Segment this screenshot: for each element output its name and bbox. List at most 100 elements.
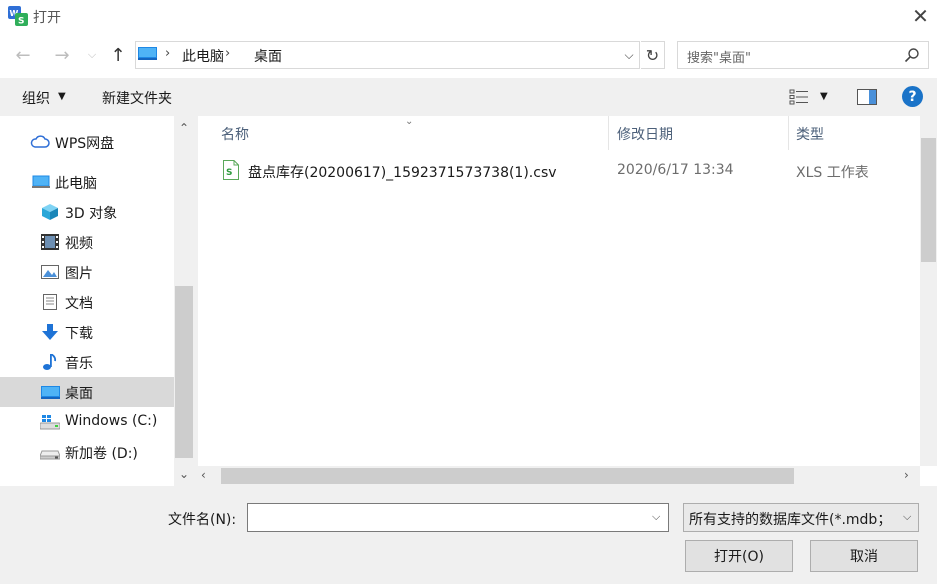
drive-icon	[40, 450, 60, 460]
file-list-vertical-scrollbar[interactable]	[920, 116, 937, 466]
refresh-button[interactable]: ↻	[641, 41, 665, 69]
open-button[interactable]: 打开(O)	[685, 540, 793, 572]
sidebar-item-label: 新加卷 (D:)	[65, 446, 138, 462]
column-header-type[interactable]: 类型	[796, 124, 824, 144]
filetype-selected: 所有支持的数据库文件(*.mdb；	[689, 512, 889, 528]
organize-button[interactable]: 组织	[22, 88, 50, 108]
table-row[interactable]: S 盘点库存(20200617)_1592371573738(1).csv 20…	[198, 154, 920, 188]
arrow-up-icon: ↑	[110, 44, 126, 66]
up-button[interactable]: ↑	[106, 40, 130, 70]
column-divider[interactable]	[608, 116, 609, 150]
file-list: ⌄ 名称 修改日期 类型 S 盘点库存(20200617)_1592371573…	[198, 116, 937, 486]
sidebar-scrollbar[interactable]: ⌃ ⌄	[174, 116, 194, 486]
svg-text:S: S	[18, 17, 24, 27]
sidebar-item-label: 此电脑	[55, 176, 97, 192]
column-header-modified[interactable]: 修改日期	[617, 124, 673, 144]
window-title: 打开	[33, 10, 61, 26]
command-bar: 组织 ▼ 新建文件夹 ▼ ?	[0, 78, 937, 116]
sidebar-item-label: 下载	[65, 326, 93, 342]
scroll-up-icon[interactable]: ⌃	[174, 120, 194, 136]
sidebar-item-downloads[interactable]: 下载	[0, 317, 175, 347]
vertical-scroll-thumb[interactable]	[921, 138, 936, 262]
file-modified: 2020/6/17 13:34	[617, 162, 734, 178]
close-button[interactable]: ✕	[904, 0, 937, 32]
search-placeholder: 搜索"桌面"	[687, 51, 751, 66]
sidebar-item-pictures[interactable]: 图片	[0, 257, 175, 287]
sort-indicator-icon: ⌄	[405, 116, 414, 127]
svg-text:S: S	[226, 168, 232, 178]
arrow-right-icon: →	[54, 44, 70, 66]
navigation-bar: ← → ⌵ ↑ › 此电脑 › 桌面 ⌵ ↻ 搜索"桌面"	[0, 32, 937, 78]
sidebar-item-desktop[interactable]: 桌面	[0, 377, 175, 407]
sidebar-item-label: 视频	[65, 236, 93, 252]
file-type: XLS 工作表	[796, 165, 869, 181]
desktop-icon	[41, 386, 60, 399]
file-list-horizontal-scrollbar[interactable]: ‹ ›	[198, 466, 920, 486]
address-dropdown-button[interactable]: ⌵	[619, 45, 639, 65]
scroll-left-icon[interactable]: ‹	[201, 468, 206, 482]
horizontal-scroll-thumb[interactable]	[221, 468, 794, 484]
caret-down-icon[interactable]: ▼	[820, 91, 828, 102]
breadcrumb-item-desktop[interactable]: 桌面	[254, 46, 282, 66]
help-icon[interactable]: ?	[902, 86, 923, 107]
back-button[interactable]: ←	[11, 40, 35, 70]
arrow-left-icon: ←	[15, 44, 31, 66]
sidebar-item-documents[interactable]: 文档	[0, 287, 175, 317]
filetype-dropdown[interactable]: 所有支持的数据库文件(*.mdb； ⌵	[683, 503, 919, 532]
column-header-name[interactable]: 名称	[221, 124, 249, 144]
breadcrumb-item-this-pc[interactable]: 此电脑	[182, 46, 224, 66]
chevron-down-icon[interactable]: ⌵	[652, 510, 660, 524]
column-divider[interactable]	[788, 116, 789, 150]
title-bar: W S 打开 ✕	[0, 0, 937, 32]
new-folder-button[interactable]: 新建文件夹	[102, 88, 172, 108]
picture-icon	[41, 265, 59, 279]
chevron-down-icon: ⌵	[87, 48, 97, 61]
sidebar-scroll-thumb[interactable]	[175, 286, 193, 458]
sidebar-item-wps-cloud[interactable]: WPS网盘	[0, 127, 175, 157]
caret-down-icon: ▼	[58, 91, 66, 102]
wps-app-icon: W S	[8, 6, 28, 26]
computer-icon	[32, 175, 50, 188]
breadcrumb-separator: ›	[165, 46, 171, 61]
view-options-icon[interactable]	[789, 89, 809, 105]
recent-locations-button[interactable]: ⌵	[82, 40, 102, 70]
preview-pane-icon[interactable]	[857, 89, 877, 105]
sidebar-item-label: 3D 对象	[65, 206, 118, 222]
music-icon	[43, 354, 57, 370]
chevron-down-icon: ⌵	[624, 47, 634, 62]
sidebar-item-drive-c[interactable]: Windows (C:)	[0, 407, 175, 437]
sidebar-item-label: 文档	[65, 296, 93, 312]
file-name: 盘点库存(20200617)_1592371573738(1).csv	[248, 165, 557, 181]
sidebar-item-videos[interactable]: 视频	[0, 227, 175, 257]
sidebar-item-drive-d[interactable]: 新加卷 (D:)	[0, 437, 175, 467]
navigation-pane: WPS网盘 此电脑 3D 对象 视频 图片 文档 下载 音乐 桌面 Window…	[0, 116, 194, 486]
search-icon	[904, 48, 919, 63]
document-icon	[43, 294, 57, 310]
download-icon	[42, 324, 58, 340]
refresh-icon: ↻	[645, 45, 660, 65]
windows-drive-icon	[40, 415, 60, 430]
filename-label: 文件名(N):	[168, 512, 237, 528]
sidebar-item-label: 音乐	[65, 356, 93, 372]
sidebar-item-label: WPS网盘	[55, 136, 115, 152]
sidebar-item-label: Windows (C:)	[65, 413, 158, 429]
sidebar-item-3d-objects[interactable]: 3D 对象	[0, 197, 175, 227]
sidebar-item-this-pc[interactable]: 此电脑	[0, 167, 175, 197]
breadcrumb-separator: ›	[225, 46, 231, 61]
address-bar[interactable]: › 此电脑 › 桌面 ⌵	[135, 41, 640, 69]
chevron-down-icon: ⌵	[903, 510, 912, 523]
scroll-right-icon[interactable]: ›	[904, 468, 909, 482]
sidebar-item-label: 桌面	[65, 386, 93, 402]
filename-field[interactable]	[247, 503, 669, 532]
forward-button[interactable]: →	[50, 40, 74, 70]
search-input[interactable]: 搜索"桌面"	[677, 41, 929, 69]
video-icon	[41, 234, 59, 250]
sidebar-item-music[interactable]: 音乐	[0, 347, 175, 377]
csv-file-icon: S	[223, 160, 239, 180]
computer-icon	[138, 47, 157, 60]
cancel-button[interactable]: 取消	[810, 540, 918, 572]
scroll-down-icon[interactable]: ⌄	[174, 466, 194, 482]
cube-icon	[42, 204, 58, 220]
sidebar-item-label: 图片	[65, 266, 93, 282]
cloud-icon	[30, 135, 50, 148]
